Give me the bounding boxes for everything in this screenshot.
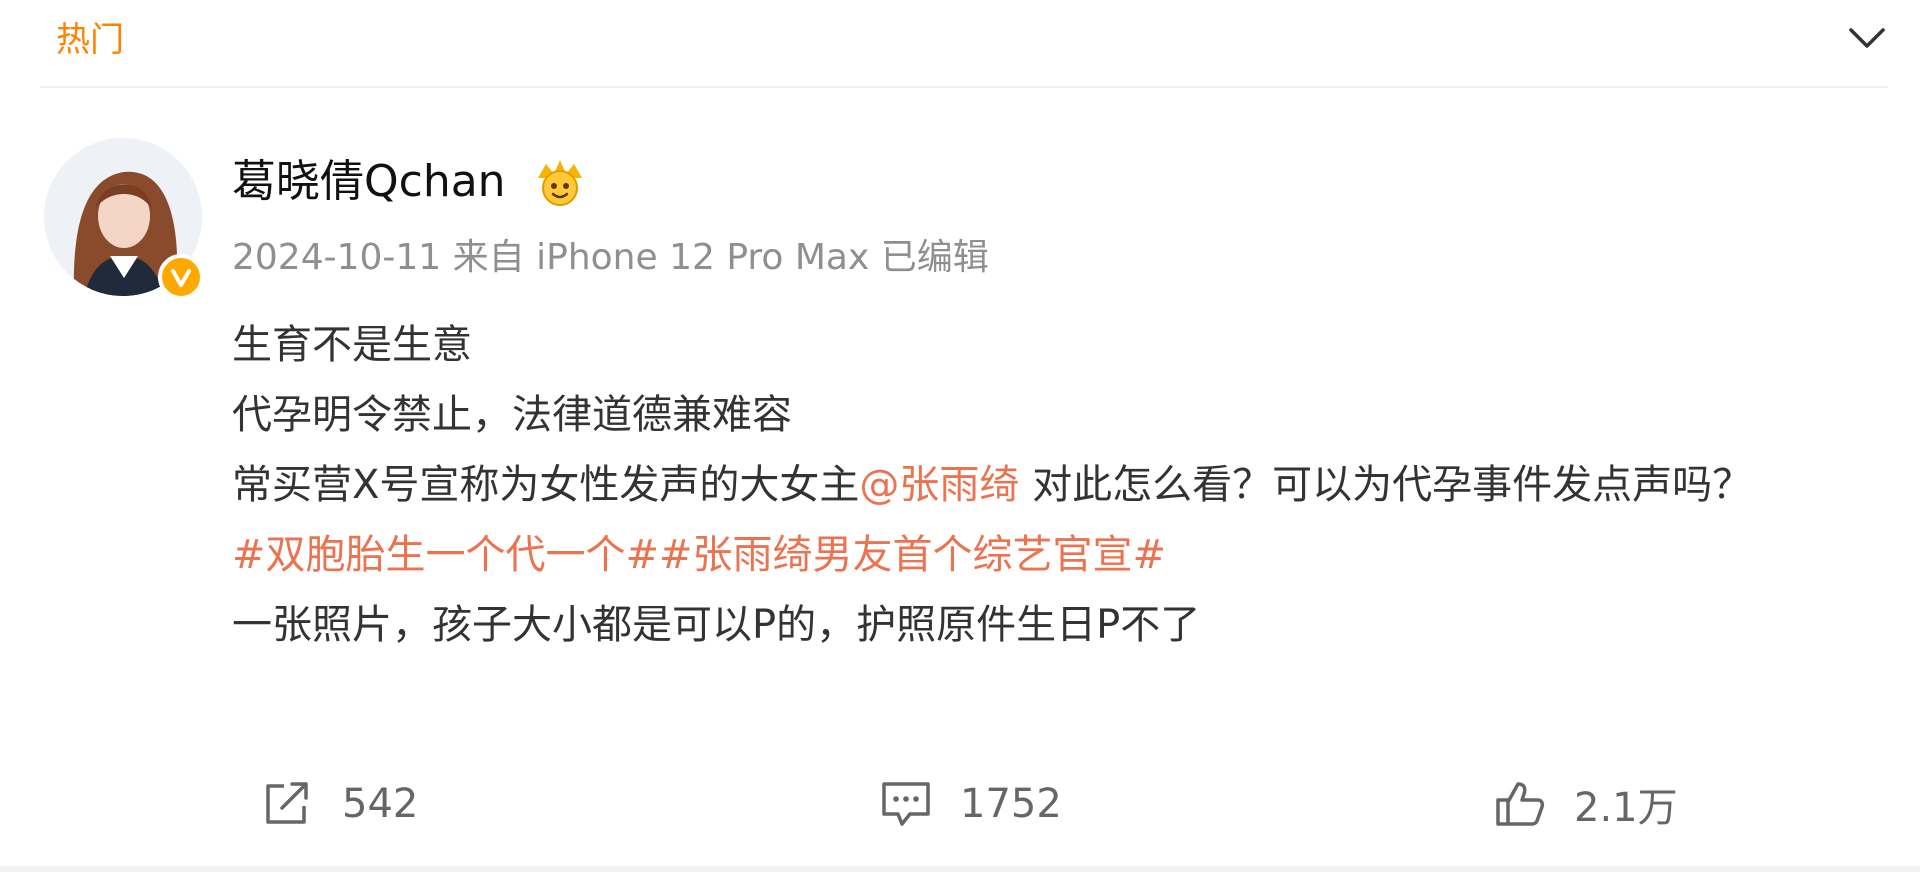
repost-count: 542 [342, 781, 419, 827]
post-meta: 2024-10-11 来自 iPhone 12 Pro Max 已编辑 [232, 237, 989, 278]
post-text: 常买营X号宣称为女性发声的大女主 [232, 462, 860, 508]
post-line: 一张照片，孩子大小都是可以P的，护照原件生日P不了 [232, 602, 1201, 648]
repost-button[interactable]: 542 [262, 774, 418, 834]
repost-icon [266, 782, 308, 824]
username[interactable]: 葛晓倩Qchan [232, 152, 506, 212]
hashtag-link[interactable]: #张雨绮男友首个综艺官宣# [659, 532, 1166, 578]
verified-badge [158, 254, 204, 300]
thumbs-up-icon [1496, 782, 1545, 826]
comment-icon [882, 782, 930, 826]
bottom-divider [0, 866, 1920, 872]
chevron-down-icon[interactable] [1845, 22, 1889, 54]
hashtag-link[interactable]: #双胞胎生一个代一个# [232, 532, 659, 578]
comment-count: 1752 [960, 781, 1062, 827]
mention-link[interactable]: @张雨绮 [859, 462, 1019, 508]
post-paragraph: 常买营X号宣称为女性发声的大女主@张雨绮 对此怎么看？可以为代孕事件发点声吗？ [232, 456, 1882, 514]
post-content: 生育不是生意 代孕明令禁止，法律道德兼难容 常买营X号宣称为女性发声的大女主@张… [232, 316, 1882, 654]
feed-header: 热门 [0, 0, 1920, 88]
like-button[interactable]: 2.1万 [1494, 774, 1678, 834]
like-count: 2.1万 [1574, 785, 1678, 831]
action-bar: 542 1752 2.1万 [0, 768, 1920, 848]
crown-face-icon [538, 160, 582, 206]
hashtag-line: #双胞胎生一个代一个##张雨绮男友首个综艺官宣# [232, 526, 1882, 584]
verified-v-icon [171, 269, 191, 287]
post-line: 代孕明令禁止，法律道德兼难容 [232, 392, 792, 438]
post-text: 对此怎么看？可以为代孕事件发点声吗？ [1019, 462, 1753, 508]
comment-button[interactable]: 1752 [880, 774, 1062, 834]
post-line: 生育不是生意 [232, 322, 472, 368]
tab-hot[interactable]: 热门 [56, 18, 124, 62]
header-divider [40, 86, 1888, 88]
